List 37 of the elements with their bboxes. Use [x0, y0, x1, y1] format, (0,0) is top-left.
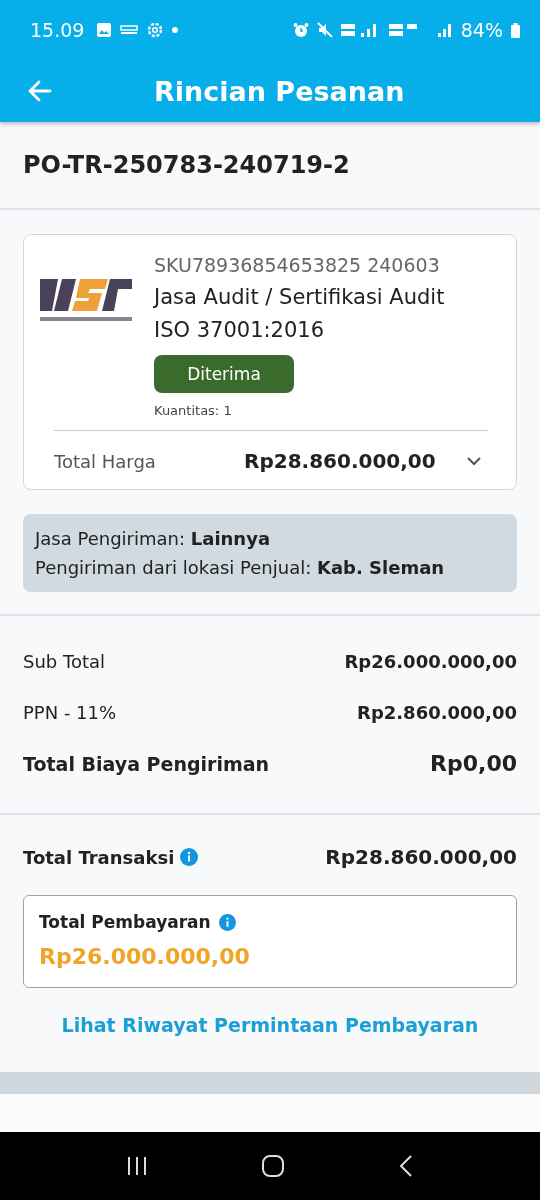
chevron-icon[interactable]: [466, 456, 482, 466]
summary-value: Rp0,00: [430, 751, 517, 776]
back-nav-icon[interactable]: [397, 1154, 414, 1178]
order-number: PO-TR-250783-240719-2: [0, 122, 540, 210]
total-price-label: Total Harga: [54, 450, 157, 472]
battery-icon: [511, 22, 520, 38]
product-name: Jasa Audit / Sertifikasi Audit ISO 37001:2016: [154, 284, 446, 344]
transaction-label: Total Transaksi: [23, 846, 175, 868]
settings-icon: [146, 21, 165, 39]
transaction-value: Rp28.860.000,00: [325, 845, 517, 869]
quantity-text: Kuantitas: 1: [154, 403, 232, 418]
summary-label: Total Biaya Pengiriman: [23, 752, 270, 775]
summary-label: Sub Total: [23, 651, 106, 672]
summary-value: Rp26.000.000,00: [344, 651, 517, 672]
back-icon[interactable]: [28, 80, 52, 102]
sim-icon: [120, 24, 139, 36]
battery-level: 84%: [460, 19, 503, 41]
summary-value: Rp2.860.000,00: [357, 702, 517, 723]
image-icon: [96, 22, 113, 38]
total-price-value: Rp28.860.000,00: [244, 449, 437, 473]
shipping-text: Pengiriman dari lokasi Penjual: Kab. Sleman: [35, 556, 446, 580]
payment-history-link[interactable]: Lihat Riwayat Permintaan Pembayaran: [23, 1014, 517, 1036]
status-badge: Diterima: [154, 355, 294, 393]
mute-icon: [316, 22, 333, 38]
shipping-text: Jasa Pengiriman: Lainnya: [35, 527, 272, 551]
status-time: 15.09: [30, 19, 85, 41]
page-title: Rincian Pesanan: [154, 75, 405, 107]
summary-label: PPN - 11%: [23, 702, 117, 723]
payment-value: Rp26.000.000,00: [39, 944, 251, 969]
alarm-icon: [292, 22, 309, 38]
recents-icon[interactable]: [126, 1156, 149, 1176]
home-icon[interactable]: [261, 1154, 285, 1178]
dot-icon: [172, 27, 179, 33]
sku-text: SKU78936854653825 240603: [154, 253, 440, 278]
info-icon[interactable]: [180, 848, 199, 866]
payment-label: Total Pembayaran: [39, 912, 211, 932]
info-icon[interactable]: [218, 913, 236, 931]
